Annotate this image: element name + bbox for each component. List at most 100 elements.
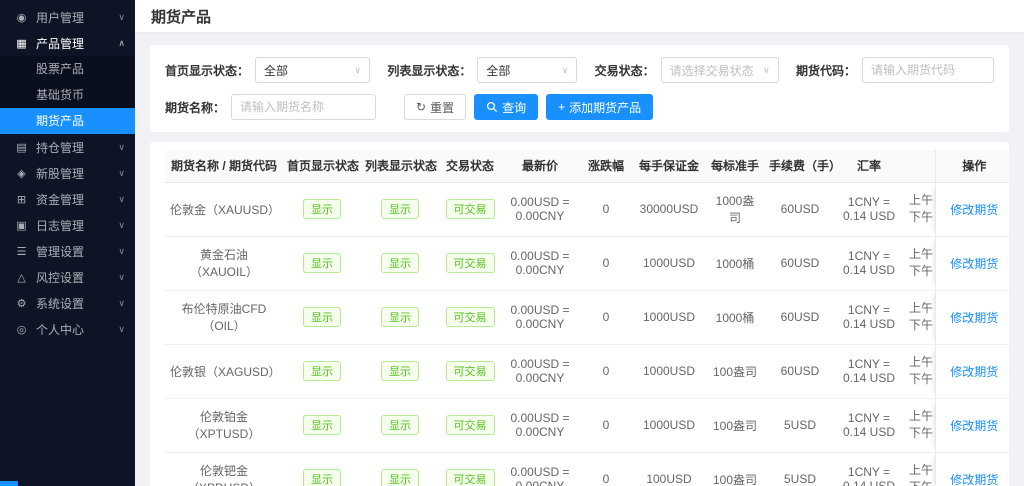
trade-time-am: 上午：	[909, 246, 930, 263]
filter-row-2: 期货名称： ↻ 重置 查询	[165, 94, 994, 120]
add-futures-button[interactable]: + 添加期货产品	[546, 94, 653, 120]
list-status-label: 列表显示状态：	[387, 62, 471, 79]
column-header: 每手保证金	[633, 150, 705, 182]
sidebar-item-funds-management[interactable]: ⊞资金管理∨	[0, 186, 135, 212]
sidebar-item-label: 日志管理	[36, 217, 118, 234]
futures-table-card: 期货名称 / 期货代码首页显示状态列表显示状态交易状态最新价涨跌幅每手保证金每标…	[150, 142, 1009, 486]
home-status-cell: 显示	[283, 398, 361, 452]
latest-price: 0.00USD = 0.00CNY	[501, 398, 579, 452]
trade-status-placeholder: 请选择交易状态	[670, 62, 754, 79]
sidebar-scrollbar-thumb[interactable]	[0, 481, 18, 486]
filter-panel: 首页显示状态： 全部 ∨ 列表显示状态： 全部 ∨	[150, 45, 1009, 132]
futures-name-input[interactable]	[231, 94, 376, 120]
action-cell: 修改期货	[935, 236, 1009, 290]
home-status-label: 首页显示状态：	[165, 62, 249, 79]
sidebar-item-new-stock-management[interactable]: ◈新股管理∨	[0, 160, 135, 186]
sidebar-item-log-management[interactable]: ▣ 日志管理∨	[0, 212, 135, 238]
sidebar-item-user-management[interactable]: ◉用户管理∨	[0, 4, 135, 30]
trade-time-pm: 下午：	[909, 425, 930, 442]
per-standard-lot: 100盎司	[705, 398, 765, 452]
trade-status-badge: 可交易	[446, 361, 495, 381]
futures-table-body: 伦敦金（XAUUSD）显示显示可交易0.00USD = 0.00CNY03000…	[165, 182, 1009, 486]
trade-status-cell: 可交易	[439, 452, 501, 486]
futures-table: 期货名称 / 期货代码首页显示状态列表显示状态交易状态最新价涨跌幅每手保证金每标…	[165, 150, 1009, 486]
home-status-cell: 显示	[283, 344, 361, 398]
sidebar-item-admin-settings[interactable]: ☰管理设置∨	[0, 238, 135, 264]
sidebar-item-system-settings[interactable]: ⚙系统设置∨	[0, 290, 135, 316]
list-status-cell: 显示	[361, 398, 439, 452]
exchange-rate: 1CNY = 0.14 USD	[835, 344, 903, 398]
change-percent: 0	[579, 344, 633, 398]
sidebar-item-position-management[interactable]: ▤持仓管理∨	[0, 134, 135, 160]
trade-status-badge: 可交易	[446, 415, 495, 435]
margin-per-lot: 1000USD	[633, 236, 705, 290]
trade-status-cell: 可交易	[439, 344, 501, 398]
home-status-select[interactable]: 全部 ∨	[255, 57, 370, 83]
per-standard-lot: 1000盎司	[705, 182, 765, 236]
log-icon: ▣	[14, 219, 29, 232]
sidebar-item-label: 资金管理	[36, 191, 118, 208]
chevron-up-icon: ∧	[118, 38, 125, 49]
home-status-badge: 显示	[303, 361, 341, 381]
table-row: 伦敦银（XAGUSD）显示显示可交易0.00USD = 0.00CNY01000…	[165, 344, 1009, 398]
edit-futures-link[interactable]: 修改期货	[950, 203, 998, 217]
home-status-badge: 显示	[303, 199, 341, 219]
sidebar-subitem-stock-products[interactable]: 股票产品	[0, 56, 135, 82]
sidebar-item-product-management[interactable]: ▦产品管理∧	[0, 30, 135, 56]
margin-per-lot: 1000USD	[633, 290, 705, 344]
column-header: 手续费（手）	[765, 150, 835, 182]
futures-code-input[interactable]	[862, 57, 994, 83]
sidebar-item-label: 系统设置	[36, 295, 118, 312]
page-title: 期货产品	[151, 6, 211, 27]
edit-futures-link[interactable]: 修改期货	[950, 311, 998, 325]
sidebar-item-label: 用户管理	[36, 9, 118, 26]
filter-futures-name: 期货名称：	[165, 94, 376, 120]
change-percent: 0	[579, 398, 633, 452]
edit-futures-link[interactable]: 修改期货	[950, 257, 998, 271]
trade-status-badge: 可交易	[446, 307, 495, 327]
sidebar-subitem-futures-products[interactable]: 期货产品	[0, 108, 135, 134]
trade-status-select[interactable]: 请选择交易状态 ∨	[661, 57, 779, 83]
list-status-cell: 显示	[361, 344, 439, 398]
chevron-down-icon: ∨	[354, 65, 361, 76]
search-icon	[486, 101, 498, 113]
action-cell: 修改期货	[935, 344, 1009, 398]
chevron-down-icon: ∨	[118, 298, 125, 309]
position-icon: ▤	[14, 141, 29, 154]
list-status-select[interactable]: 全部 ∨	[477, 57, 577, 83]
profile-icon: ◎	[14, 323, 29, 336]
sidebar-item-profile-center[interactable]: ◎个人中心∨	[0, 316, 135, 342]
home-status-badge: 显示	[303, 253, 341, 273]
trade-time-cell: 上午：下午：	[903, 290, 935, 344]
sidebar-item-risk-settings[interactable]: △风控设置∨	[0, 264, 135, 290]
edit-futures-link[interactable]: 修改期货	[950, 473, 998, 486]
edit-futures-link[interactable]: 修改期货	[950, 365, 998, 379]
trade-time-am: 上午：	[909, 192, 930, 209]
trade-time-pm: 下午：	[909, 371, 930, 388]
sidebar-item-label: 产品管理	[36, 35, 118, 52]
latest-price: 0.00USD = 0.00CNY	[501, 290, 579, 344]
exchange-rate: 1CNY = 0.14 USD	[835, 182, 903, 236]
list-status-badge: 显示	[381, 361, 419, 381]
add-futures-button-label: 添加期货产品	[569, 99, 641, 116]
query-button-label: 查询	[502, 99, 526, 116]
trade-time-cell: 上午：下午：	[903, 344, 935, 398]
edit-futures-link[interactable]: 修改期货	[950, 419, 998, 433]
fee-per-lot: 60USD	[765, 290, 835, 344]
column-header: 涨跌幅	[579, 150, 633, 182]
reset-button[interactable]: ↻ 重置	[404, 94, 466, 120]
query-button[interactable]: 查询	[474, 94, 538, 120]
sidebar-submenu-product-management: 股票产品基础货币期货产品	[0, 56, 135, 134]
filter-trade-status: 交易状态： 请选择交易状态 ∨	[595, 57, 779, 83]
change-percent: 0	[579, 452, 633, 486]
chevron-down-icon: ∨	[118, 220, 125, 231]
content-area: 首页显示状态： 全部 ∨ 列表显示状态： 全部 ∨	[135, 32, 1024, 486]
trade-status-badge: 可交易	[446, 469, 495, 486]
risk-icon: △	[14, 271, 29, 284]
action-cell: 修改期货	[935, 290, 1009, 344]
sidebar-item-label: 新股管理	[36, 165, 118, 182]
futures-name: 黄金石油（XAUOIL）	[165, 236, 283, 290]
table-row: 黄金石油（XAUOIL）显示显示可交易0.00USD = 0.00CNY0100…	[165, 236, 1009, 290]
table-header-row: 期货名称 / 期货代码首页显示状态列表显示状态交易状态最新价涨跌幅每手保证金每标…	[165, 150, 1009, 182]
sidebar-subitem-base-currency[interactable]: 基础货币	[0, 82, 135, 108]
